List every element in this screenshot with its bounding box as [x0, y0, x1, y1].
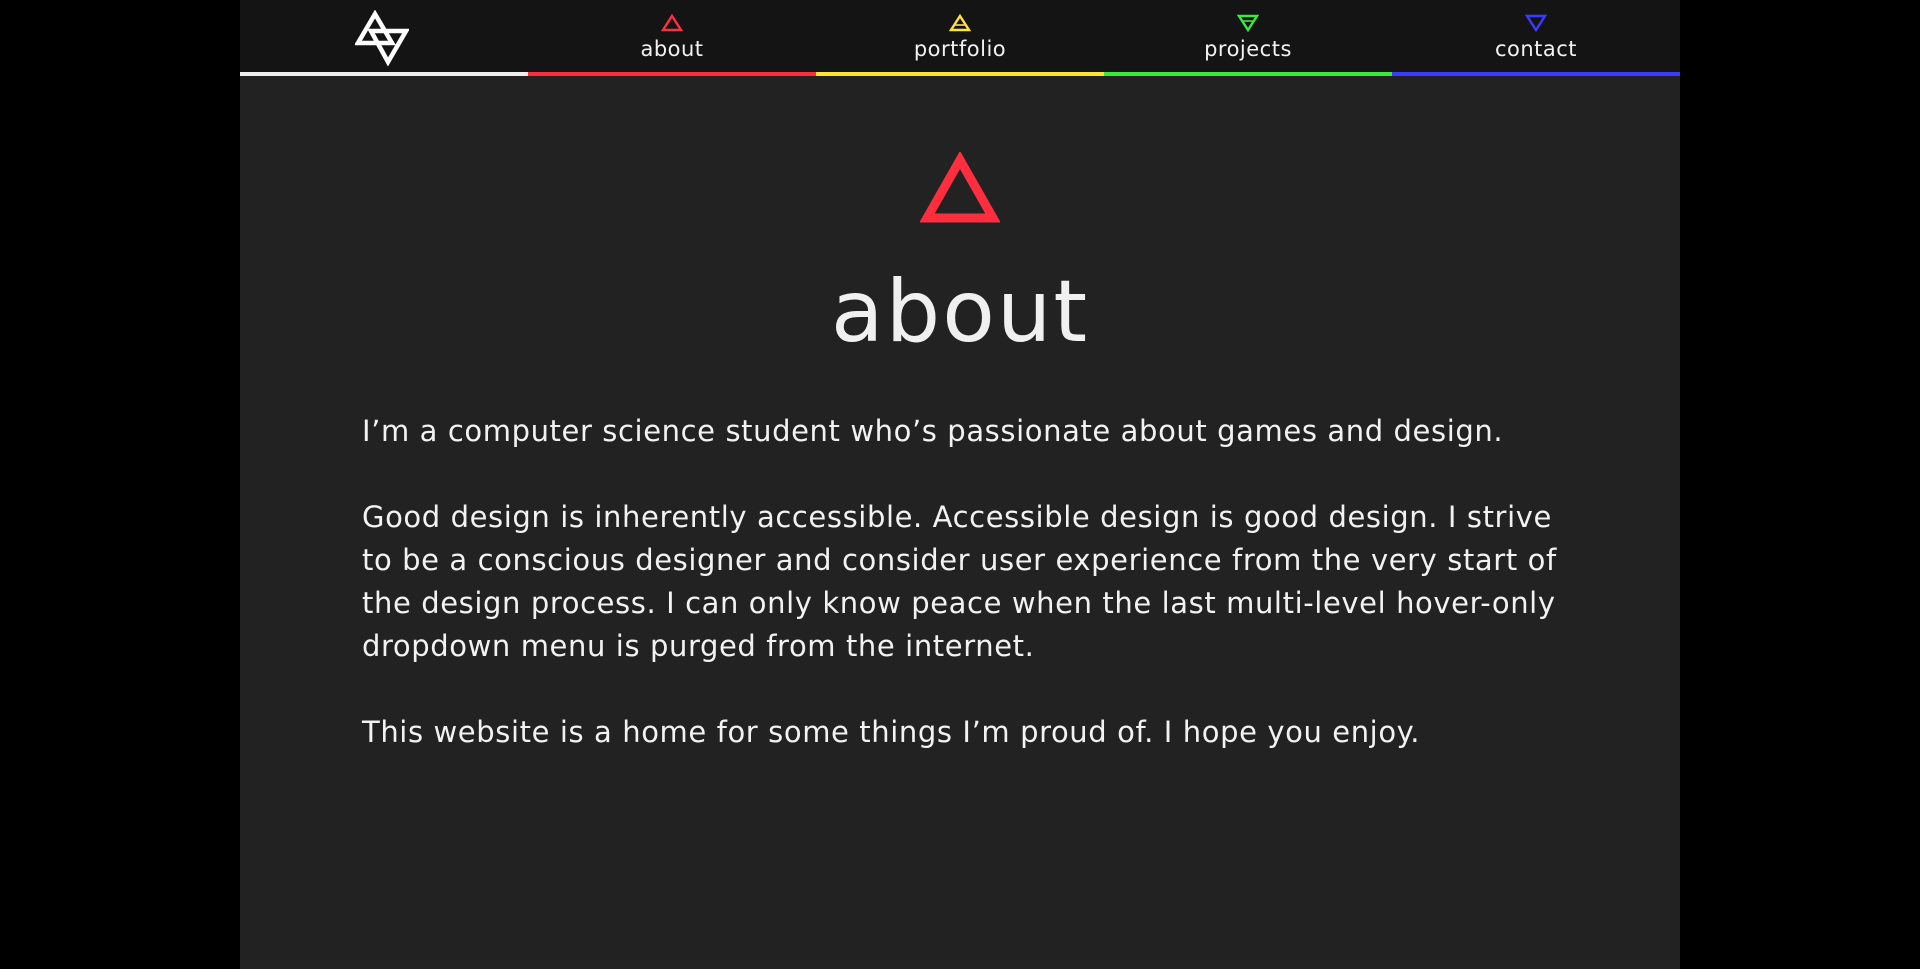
about-content: I’m a computer science student who’s pas…	[362, 410, 1562, 797]
triangle-up-icon	[920, 152, 1000, 223]
about-paragraph: I’m a computer science student who’s pas…	[362, 414, 1504, 448]
triangle-up-icon	[949, 14, 971, 32]
page-title: about	[830, 262, 1090, 362]
triangle-up-icon	[661, 14, 683, 32]
nav-label-contact: contact	[1494, 37, 1578, 61]
interlocked-triangles-logo-icon[interactable]	[355, 10, 409, 66]
nav-label-about: about	[640, 37, 704, 61]
nav-item-projects[interactable]: projects	[1104, 0, 1392, 76]
nav-item-portfolio[interactable]: portfolio	[816, 0, 1104, 76]
site-container: about portfolio projects contact about I…	[240, 0, 1680, 969]
about-paragraph: This website is a home for some things I…	[362, 715, 1421, 749]
nav-label-portfolio: portfolio	[913, 37, 1007, 61]
triangle-down-icon	[1525, 14, 1547, 32]
nav-item-contact[interactable]: contact	[1392, 0, 1680, 76]
navbar: about portfolio projects contact	[240, 0, 1680, 76]
nav-label-projects: projects	[1204, 37, 1292, 61]
nav-item-about[interactable]: about	[528, 0, 816, 76]
triangle-down-icon	[1237, 14, 1259, 32]
about-paragraph: Good design is inherently accessible. Ac…	[362, 500, 1557, 663]
nav-home-logo[interactable]	[240, 0, 528, 76]
